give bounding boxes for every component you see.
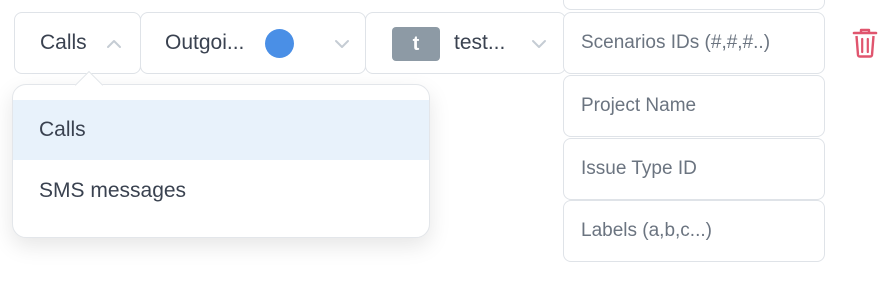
call-type-value: Calls <box>40 31 87 54</box>
dropdown-option-sms-messages[interactable]: SMS messages <box>13 161 429 221</box>
dropdown-caret <box>74 70 104 100</box>
call-type-dropdown: Calls SMS messages <box>12 70 430 238</box>
labels-placeholder: Labels (a,b,c...) <box>581 220 712 241</box>
avatar: t <box>392 27 440 61</box>
call-type-select[interactable]: Calls <box>14 12 141 74</box>
user-select[interactable]: t test... <box>365 12 566 74</box>
dropdown-option-calls[interactable]: Calls <box>13 100 429 160</box>
direction-select[interactable]: Outgoi... <box>140 12 366 74</box>
trash-icon[interactable] <box>852 28 878 58</box>
chevron-down-icon <box>335 40 349 48</box>
chevron-down-icon <box>532 40 546 48</box>
scenarios-ids-placeholder: Scenarios IDs (#,#,#..) <box>581 32 771 53</box>
direction-value: Outgoi... <box>165 31 245 54</box>
chevron-up-icon <box>107 40 121 48</box>
partial-field-top[interactable] <box>563 0 825 10</box>
scenarios-ids-field[interactable]: Scenarios IDs (#,#,#..) <box>563 12 825 74</box>
option-label: SMS messages <box>39 179 187 202</box>
issue-type-id-field[interactable]: Issue Type ID <box>563 138 825 200</box>
labels-field[interactable]: Labels (a,b,c...) <box>563 200 825 262</box>
status-dot <box>265 29 294 58</box>
user-value: test... <box>454 31 506 54</box>
project-name-field[interactable]: Project Name <box>563 75 825 137</box>
option-label: Calls <box>39 118 86 141</box>
issue-type-id-placeholder: Issue Type ID <box>581 158 697 179</box>
project-name-placeholder: Project Name <box>581 95 697 116</box>
